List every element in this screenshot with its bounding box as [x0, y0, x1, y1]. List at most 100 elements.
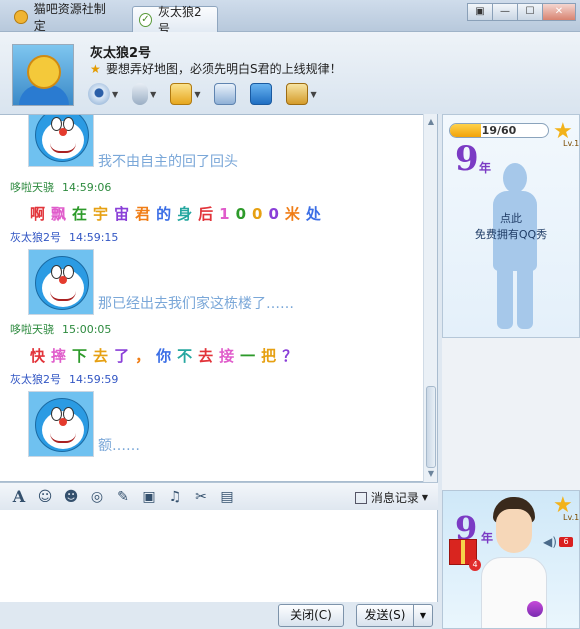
apps-button[interactable]: ▼: [286, 81, 317, 107]
send-options-button[interactable]: ▼: [413, 604, 433, 627]
rainbow-char: 你: [156, 347, 178, 365]
rainbow-char: 宙: [114, 205, 136, 223]
doraemon-image: [28, 249, 94, 315]
contact-nickname: 灰太狼2号: [90, 46, 152, 61]
create-discussion-button[interactable]: [214, 81, 237, 107]
video-call-button[interactable]: ▼: [88, 81, 118, 107]
remote-assist-button[interactable]: [250, 81, 273, 107]
transfer-icon: [170, 83, 193, 105]
font-icon[interactable]: A: [10, 487, 28, 506]
rainbow-char: 啊: [30, 205, 52, 223]
rainbow-message: 啊飘在宇宙君的身后1000米处: [30, 203, 327, 224]
music-icon[interactable]: ♫: [166, 488, 184, 506]
history-label: 消息记录: [370, 491, 419, 505]
qq-show-panel[interactable]: 19/60 ★ Lv.1 9 年 点此 免费拥有QQ秀: [442, 114, 580, 338]
gift-count-badge: 4: [469, 559, 481, 571]
rainbow-char: 宇: [93, 205, 115, 223]
star-icon: ★: [90, 62, 101, 76]
rainbow-char: 君: [135, 205, 157, 223]
rainbow-char: 快: [30, 347, 52, 365]
speaker-count-badge: 6: [559, 537, 573, 547]
rainbow-char: 0: [252, 205, 269, 223]
rainbow-char: 一: [240, 347, 262, 365]
minimize-button[interactable]: —: [492, 3, 518, 21]
rainbow-char: 接: [219, 347, 241, 365]
rainbow-message: 快摔下去了，你不去接一把？: [30, 345, 303, 366]
history-icon: [354, 491, 367, 504]
voice-call-button[interactable]: ▼: [132, 81, 156, 107]
rainbow-char: 1: [219, 205, 236, 223]
chat-scrollbar[interactable]: ▲ ▼: [423, 114, 437, 482]
title-bar: 猫吧资源社制定 ✓ 灰太狼2号 ▣ — ☐ ✕: [0, 0, 580, 36]
chat-toolbar: ▼ ▼ ▼ ▼: [88, 80, 331, 108]
user-icon: [14, 10, 28, 24]
message-sender: 灰太狼2号 14:59:59: [10, 373, 119, 386]
file-transfer-button[interactable]: ▼: [170, 81, 200, 107]
doraemon-image: [28, 115, 94, 167]
message-sender: 哆啦天骁 14:59:06: [10, 181, 112, 194]
membership-years: 9: [455, 139, 479, 179]
rainbow-char: 了: [114, 347, 136, 365]
restore-down-icon[interactable]: ▣: [467, 3, 493, 21]
camera-icon: [88, 83, 110, 105]
contact-signature: 要想弄好地图，必须先明白S君的上线规律！: [106, 62, 342, 76]
more-tools-icon[interactable]: ▤: [218, 488, 236, 506]
rainbow-char: ？: [282, 347, 304, 365]
ad-panel: [442, 338, 580, 490]
my-qq-show-panel[interactable]: 9 年 ★ Lv.1 4 ◀) 6: [442, 490, 580, 629]
rainbow-char: 去: [93, 347, 115, 365]
add-list-icon: [214, 83, 237, 105]
contact-header: 灰太狼2号 ★ 要想弄好地图，必须先明白S君的上线规律！ ▼ ▼ ▼ ▼: [0, 32, 580, 114]
input-toolbar: A ☺ ☻ ◎ ✎ ▣ ♫ ✂ ▤ 消息记录 ▼: [0, 482, 438, 510]
rainbow-char: 米: [284, 205, 306, 223]
level-label: Lv.1: [563, 513, 580, 522]
avatar-silhouette: [489, 163, 541, 333]
rainbow-char: 0: [235, 205, 253, 223]
rainbow-char: 把: [261, 347, 283, 365]
message-sender: 灰太狼2号 14:59:15: [10, 231, 119, 244]
speaker-icon[interactable]: ◀): [543, 535, 557, 549]
tab-maoba[interactable]: 猫吧资源社制定: [8, 2, 124, 33]
message-sender: 哆啦天骁 15:00:05: [10, 323, 112, 336]
rainbow-char: 在: [72, 205, 94, 223]
message-input[interactable]: [0, 510, 438, 602]
qq-show-hint[interactable]: 点此 免费拥有QQ秀: [443, 211, 579, 243]
bottom-bar: 关闭(C) 发送(S) ▼: [0, 602, 438, 629]
message-text: 额……: [98, 438, 140, 454]
doraemon-image: [28, 391, 94, 457]
avatar[interactable]: [12, 44, 74, 106]
scroll-up-icon[interactable]: ▲: [425, 116, 437, 128]
level-label: Lv.1: [563, 139, 580, 148]
rainbow-char: 不: [177, 347, 199, 365]
close-button[interactable]: 关闭(C): [278, 604, 344, 627]
chevron-down-icon: ▼: [421, 493, 428, 502]
magic-emoji-icon[interactable]: ☻: [62, 488, 80, 506]
scroll-thumb[interactable]: [426, 386, 436, 468]
maximize-button[interactable]: ☐: [517, 3, 543, 21]
rainbow-char: 的: [156, 205, 178, 223]
screenshot-scissors-icon[interactable]: ✂: [192, 488, 210, 506]
vip-logo-icon: [527, 601, 543, 617]
rainbow-char: 下: [72, 347, 94, 365]
shake-icon[interactable]: ◎: [88, 488, 106, 506]
tab-contact[interactable]: ✓ 灰太狼2号: [132, 5, 218, 36]
send-button[interactable]: 发送(S): [356, 604, 414, 627]
rainbow-char: 后: [198, 205, 220, 223]
message-text: 那已经出去我们家这栋楼了……: [98, 296, 294, 312]
app-box-icon: [286, 83, 309, 105]
emoji-icon[interactable]: ☺: [36, 488, 54, 506]
message-history-button[interactable]: 消息记录 ▼: [354, 489, 428, 506]
image-icon[interactable]: ▣: [140, 488, 158, 506]
rainbow-char: 0: [268, 205, 285, 223]
microphone-icon: [132, 83, 149, 105]
chat-log[interactable]: 我不由自主的回了回头 哆啦天骁 14:59:06 啊飘在宇宙君的身后1000米处 …: [0, 114, 438, 482]
rainbow-char: 身: [177, 205, 199, 223]
scroll-down-icon[interactable]: ▼: [425, 468, 437, 480]
rainbow-char: 飘: [51, 205, 73, 223]
level-progress-bar: 19/60: [449, 123, 549, 138]
doodle-icon[interactable]: ✎: [114, 488, 132, 506]
rainbow-char: ，: [135, 347, 157, 365]
rainbow-char: 去: [198, 347, 220, 365]
close-window-button[interactable]: ✕: [542, 3, 576, 21]
remote-desktop-icon: [250, 83, 273, 105]
